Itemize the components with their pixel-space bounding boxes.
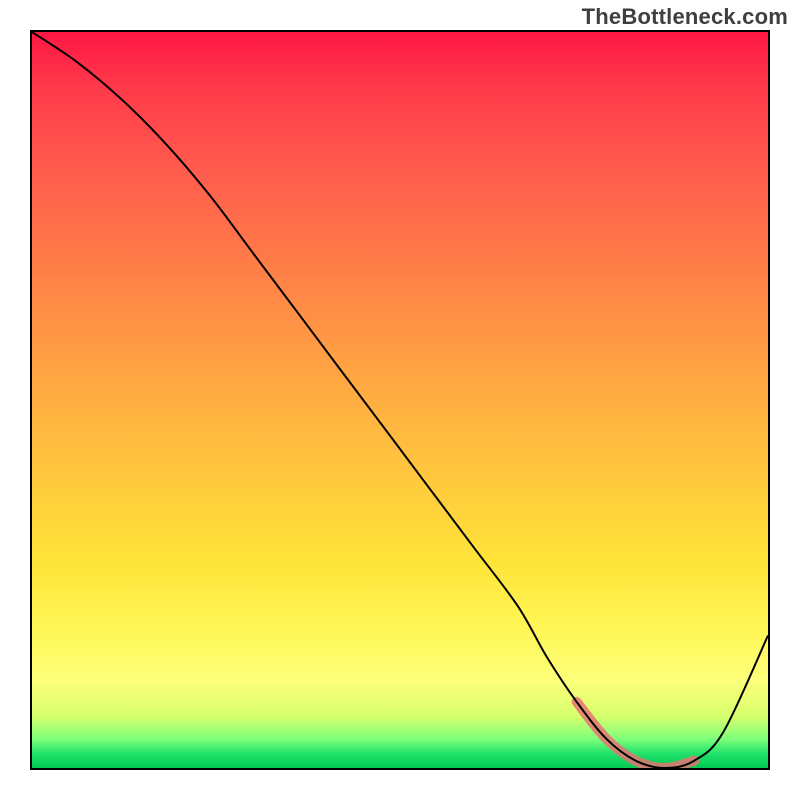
chart-svg — [32, 32, 768, 768]
plot-area — [30, 30, 770, 770]
optimal-range-highlight — [577, 702, 695, 768]
watermark-text: TheBottleneck.com — [582, 4, 788, 30]
bottleneck-curve-line — [32, 32, 768, 768]
bottleneck-chart: TheBottleneck.com — [0, 0, 800, 800]
